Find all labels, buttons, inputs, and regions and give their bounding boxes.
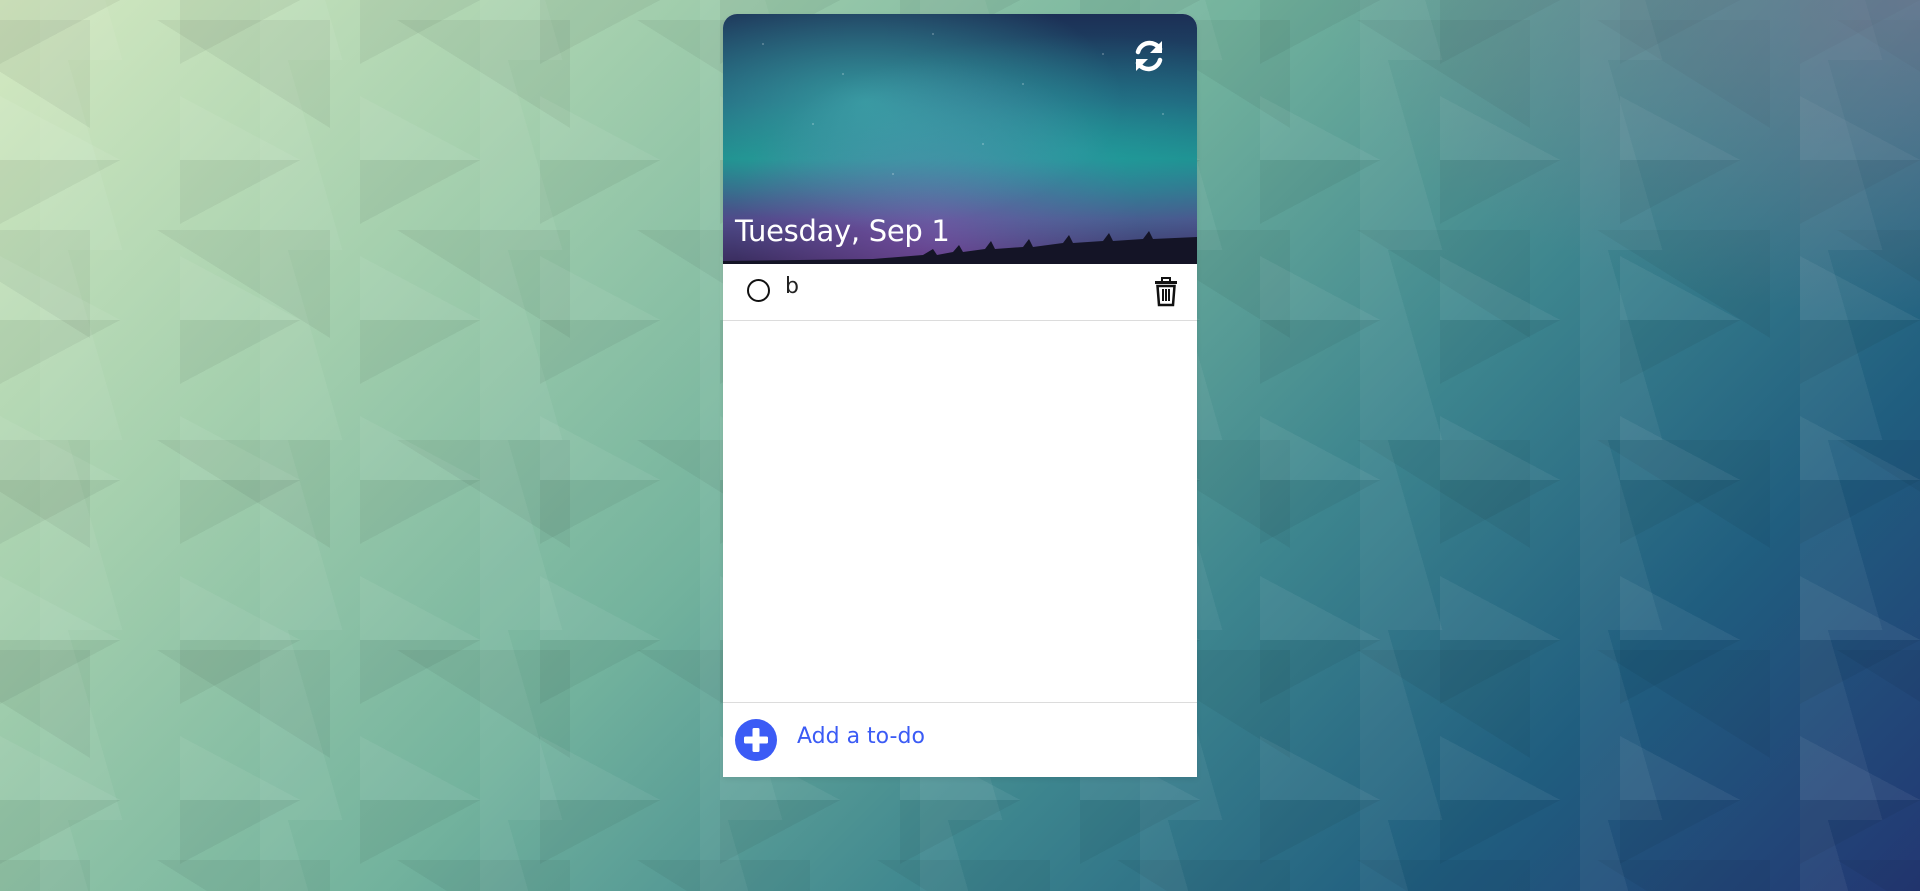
todo-item: b [723, 264, 1197, 321]
add-todo-button[interactable] [735, 719, 777, 761]
card-header: Tuesday, Sep 1 [723, 14, 1197, 264]
todo-checkbox[interactable] [747, 279, 770, 302]
background-tint [1320, 0, 1920, 320]
add-todo-label[interactable]: Add a to-do [797, 724, 925, 749]
plus-icon [744, 728, 768, 752]
trash-icon [1155, 277, 1177, 307]
refresh-button[interactable] [1127, 34, 1171, 78]
date-title: Tuesday, Sep 1 [735, 214, 950, 248]
delete-button[interactable] [1153, 277, 1179, 307]
todo-list: b [723, 264, 1197, 715]
todo-card: Tuesday, Sep 1 b Add a to-do [723, 14, 1197, 777]
todo-text[interactable]: b [785, 274, 799, 299]
add-todo-bar: Add a to-do [723, 702, 1197, 777]
refresh-icon [1135, 40, 1163, 72]
